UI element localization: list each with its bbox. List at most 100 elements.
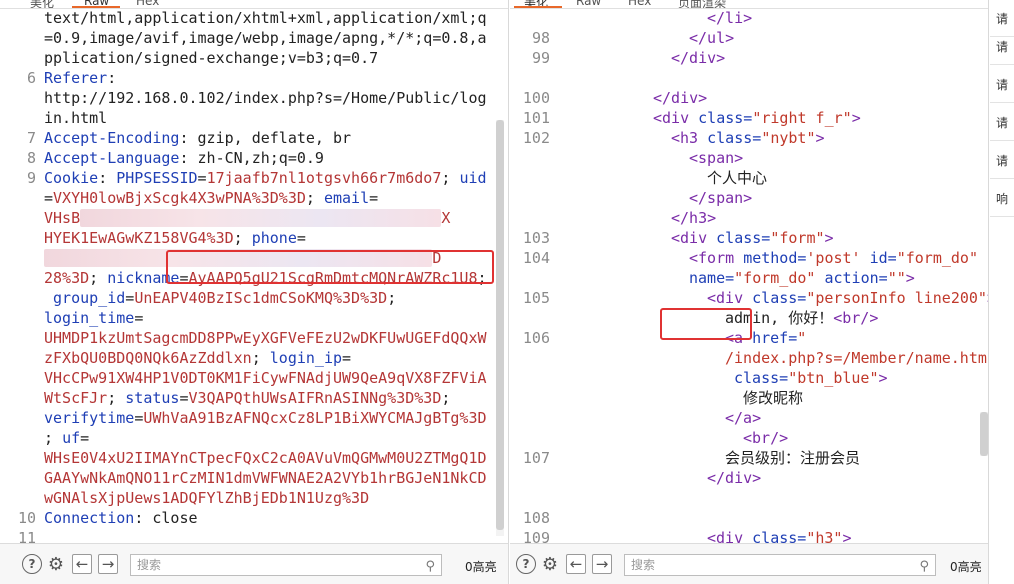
code-token: ; [251,349,270,367]
code-token: V3QAPQthUWsAIFRnASINNg%3D%3D [188,389,442,407]
side-inspector-strip: 请 请 请 请 请 响 [990,0,1014,584]
code-token: > [815,129,825,147]
arrow-left-icon[interactable]: ← [72,554,92,574]
search-icon: ⚲ [425,559,435,574]
code-token: <br/> [833,309,879,327]
code-line: =0.9,image/avif,image/webp,image/apng,*/… [44,28,487,48]
search-input[interactable]: 搜索 ⚲ [624,554,936,576]
side-item[interactable]: 请 [990,142,1014,179]
line-number: 6 [26,69,36,87]
response-pretty-editor[interactable]: </li> 98 </ul> 99 </div> 100 </div> 101 <div cla… [510,8,988,544]
code-token: GAAYwNkAmQNO11rCzMIN1dmVWFWNAE2A2VYb1hrB… [44,469,487,487]
code-token: = [125,289,135,307]
code-line: <div class="h3"> [707,528,852,544]
code-line: <span> [689,148,743,168]
code-line: <br/> [743,428,788,448]
response-scrollbar[interactable] [980,412,988,456]
line-number: 106 [522,329,550,347]
code-line: </a> [725,408,761,428]
code-token: Connection [44,509,135,527]
code-token: ; [233,229,252,247]
tab-hex[interactable]: Hex [628,0,651,8]
code-token: UHMDP1kzUmtSagcmDD8PPwEyXGFVeFEzU2wDKFUw… [44,329,487,347]
code-token: href= [752,329,798,347]
code-line: VHcCPw91XW4HP1V0DT0KM1FiCywFNAdjUW9QeA9q… [44,368,487,388]
code-token: zFXbQU0BDQ0NQk6AzZddlxn [44,349,252,367]
request-scrollbar[interactable] [496,120,504,536]
code-token: 个人中心 [707,169,768,187]
code-token: <div [707,529,753,544]
arrow-left-icon[interactable]: ← [566,554,586,574]
side-item[interactable]: 请 [990,104,1014,141]
code-token: = [296,229,306,247]
code-token: ; [44,429,63,447]
search-icon: ⚲ [919,559,929,574]
code-line: Referer: [44,68,116,88]
code-token: > [842,529,852,544]
code-line: Accept-Language: zh-CN,zh;q=0.9 [44,148,324,168]
code-token: <div [653,109,699,127]
tab-raw[interactable]: Raw [576,0,601,8]
code-token: = [342,349,352,367]
code-line: </div> [653,88,707,108]
code-token: ; [107,389,126,407]
gear-icon[interactable]: ⚙ [46,554,66,575]
code-token: action= [824,269,888,287]
code-line: =VXYH0lowBjxScgk4X3wPNA%3D%3D; email= [44,188,378,208]
line-number: 98 [531,29,550,47]
code-token: </div> [707,469,762,487]
code-token: Accept-Encoding [44,129,180,147]
code-token: 17jaafb7nl1otgsvh66r7m6do7 [206,169,442,187]
code-token: http://192.168.0.102/index.php?s=/Home/P… [44,89,487,107]
side-item[interactable]: 响 [990,180,1014,217]
code-token: WHsE0V4xU2IIMAYnCTpecFQxC2cA0AVuVmQGMwM0… [44,449,487,467]
line-number: 105 [522,289,550,307]
side-item[interactable]: 请 [990,66,1014,103]
help-icon[interactable]: ? [22,554,42,574]
code-token: > [905,269,915,287]
code-token: /index.php?s=/Member/name.html" [725,349,988,367]
line-number: 102 [522,129,550,147]
code-line: WtScFJr; status=V3QAPQthUWsAIFRnASINNg%3… [44,388,450,408]
nickname-highlight-box [166,250,494,284]
code-token: ; [441,389,451,407]
arrow-right-icon[interactable]: → [98,554,118,574]
code-token: WtScFJr [44,389,108,407]
code-line: <h3 class="nybt"> [671,128,825,148]
code-token: = [179,389,189,407]
code-token: uid [459,169,487,187]
code-token: "form_do" [896,249,978,267]
highlight-count: 0高亮 [465,560,497,574]
request-scrollbar-thumb[interactable] [496,120,504,530]
code-line: VHsBEV1Fd0Q8dA VN1B0DgX BH g1 XJ0XX [44,208,450,228]
code-token: VHcCPw91XW4HP1V0DT0KM1FiCywFNAdjUW9QeA9q… [44,369,487,387]
code-token: "form_do" [734,269,825,287]
gear-icon[interactable]: ⚙ [540,554,560,575]
response-panel: 美化 Raw Hex 页面渲染 </li> 98 </ul> 99 </div> 100 <… [510,0,989,584]
code-token: > [987,289,988,307]
side-item[interactable]: 请 [990,28,1014,65]
code-token: class= [752,529,807,544]
response-scrollbar-thumb[interactable] [980,412,988,456]
code-line: Cookie: PHPSESSID=17jaafb7nl1otgsvh66r7m… [44,168,487,188]
code-token: 28%3D [44,269,90,287]
search-input[interactable]: 搜索 ⚲ [130,554,442,576]
code-token: UnEAPV40BzISc1dmCSoKMQ%3D%3D [134,289,388,307]
code-token: Referer [44,69,108,87]
code-token: 会员级别：注册会员 [725,449,861,467]
line-number: 103 [522,229,550,247]
code-token: "right f_r" [752,109,852,127]
tab-hex[interactable]: Hex [136,0,159,8]
code-token: > [851,109,861,127]
code-token: HYEK1EwAGwKZ158VG4%3D [44,229,234,247]
arrow-right-icon[interactable]: → [592,554,612,574]
code-token: </h3> [671,209,717,227]
code-token: method= [743,249,807,267]
code-line: /index.php?s=/Member/name.html" [725,348,988,368]
code-token: "btn_blue" [788,369,879,387]
help-icon[interactable]: ? [516,554,536,574]
code-token: class= [707,129,762,147]
admin-highlight-box [660,308,752,340]
code-token: 修改昵称 [743,389,804,407]
code-line: <div class="form"> [671,228,834,248]
